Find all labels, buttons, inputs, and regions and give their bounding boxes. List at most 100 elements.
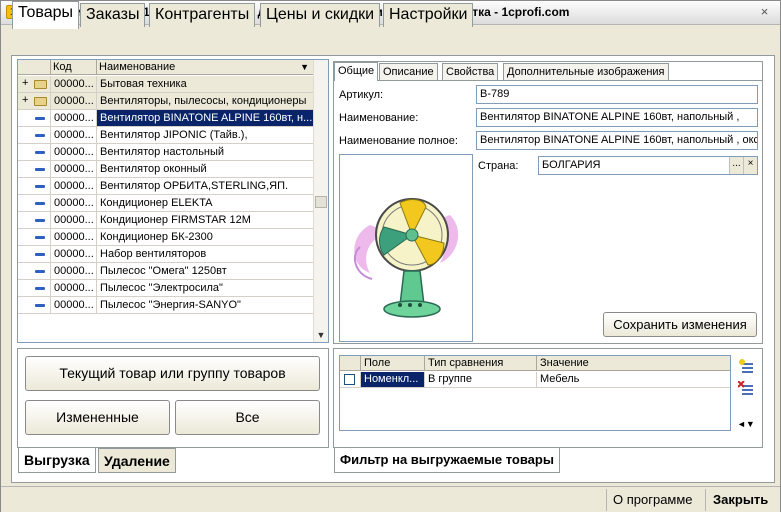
row-icon-cell: [18, 246, 51, 262]
product-row[interactable]: 00000... Кондиционер ELEKTA: [18, 195, 314, 212]
row-name: Вентилятор оконный: [97, 161, 314, 177]
tab-orders[interactable]: Заказы: [80, 3, 146, 27]
filter-row-checkbox[interactable]: [340, 372, 361, 388]
add-filter-icon[interactable]: [738, 359, 754, 373]
folder-icon: [34, 97, 47, 106]
tab-properties[interactable]: Свойства: [442, 63, 499, 80]
row-code: 00000...: [51, 144, 97, 160]
product-row[interactable]: 00000... Вентилятор JIPONIC (Тайв.),: [18, 127, 314, 144]
name-column-label: Наименование: [99, 61, 176, 73]
tab-filter[interactable]: Фильтр на выгружаемые товары: [334, 448, 560, 473]
filter-check-column: [340, 356, 361, 371]
list-scrollbar[interactable]: ▼: [313, 60, 328, 342]
row-name: Пылесос "Энергия-SANYO": [97, 297, 314, 313]
filter-field-column[interactable]: Поле: [361, 356, 425, 371]
export-changed-button[interactable]: Измененные: [25, 400, 170, 435]
move-arrows-icon[interactable]: ◄▼: [737, 419, 755, 429]
tab-contractors[interactable]: Контрагенты: [149, 3, 256, 27]
product-row[interactable]: 00000... Вентилятор ОРБИТА,STERLING,ЯП.: [18, 178, 314, 195]
row-name: Пылесос "Электросила": [97, 280, 314, 296]
about-button[interactable]: О программе: [613, 491, 693, 509]
group-row[interactable]: +00000... Бытовая техника: [18, 76, 314, 93]
row-icon-cell: [18, 280, 51, 296]
row-code: 00000...: [51, 76, 97, 92]
product-image-box: [339, 154, 473, 342]
row-icon-cell: [18, 195, 51, 211]
product-row[interactable]: 00000... Кондиционер FIRMSTAR 12M: [18, 212, 314, 229]
country-field[interactable]: БОЛГАРИЯ ... ×: [538, 156, 758, 175]
product-row[interactable]: 00000... Вентилятор BINATONE ALPINE 160вт…: [18, 110, 314, 127]
product-fan-image: [353, 198, 459, 318]
article-field[interactable]: В-789: [476, 85, 758, 104]
product-row[interactable]: 00000... Пылесос "Электросила": [18, 280, 314, 297]
country-label: Страна:: [478, 160, 519, 172]
item-icon: [35, 236, 45, 239]
row-code: 00000...: [51, 195, 97, 211]
article-label: Артикул:: [339, 89, 384, 101]
filter-row-value[interactable]: Мебель: [537, 372, 730, 388]
save-changes-button[interactable]: Сохранить изменения: [603, 312, 757, 337]
country-select-button[interactable]: ...: [729, 157, 743, 174]
tab-additional-images[interactable]: Дополнительные изображения: [503, 63, 669, 80]
item-icon: [35, 219, 45, 222]
close-button[interactable]: Закрыть: [713, 491, 768, 509]
row-icon-cell: [18, 178, 51, 194]
name-field[interactable]: Вентилятор BINATONE ALPINE 160вт, наполь…: [476, 108, 758, 127]
tab-export[interactable]: Выгрузка: [18, 448, 96, 473]
country-clear-button[interactable]: ×: [743, 157, 757, 174]
item-icon: [35, 117, 45, 120]
row-code: 00000...: [51, 280, 97, 296]
filter-compare-column[interactable]: Тип сравнения: [425, 356, 537, 371]
icon-column-header: [18, 60, 51, 75]
filter-table[interactable]: Поле Тип сравнения Значение Номенкл... В…: [339, 355, 731, 431]
row-name: Набор вентиляторов: [97, 246, 314, 262]
fullname-label: Наименование полное:: [339, 135, 458, 147]
tab-general[interactable]: Общие: [334, 62, 379, 81]
status-separator: [606, 489, 607, 511]
row-icon-cell: [18, 229, 51, 245]
sort-down-icon: ▼: [300, 62, 309, 72]
expand-icon[interactable]: +: [22, 94, 28, 106]
row-name: Кондиционер БК-2300: [97, 229, 314, 245]
product-row[interactable]: 00000... Кондиционер БК-2300: [18, 229, 314, 246]
scroll-down-icon[interactable]: ▼: [315, 329, 327, 341]
product-row[interactable]: 00000... Набор вентиляторов: [18, 246, 314, 263]
item-icon: [35, 168, 45, 171]
filter-row-compare[interactable]: В группе: [425, 372, 537, 388]
product-row[interactable]: 00000... Пылесос "Энергия-SANYO": [18, 297, 314, 314]
close-window-button[interactable]: ×: [757, 5, 772, 20]
delete-filter-icon[interactable]: [738, 381, 754, 395]
tab-settings[interactable]: Настройки: [383, 3, 474, 27]
item-icon: [35, 185, 45, 188]
group-row[interactable]: +00000... Вентиляторы, пылесосы, кондицио…: [18, 93, 314, 110]
filter-value-column[interactable]: Значение: [537, 356, 730, 371]
item-icon: [35, 253, 45, 256]
name-column-header[interactable]: Наименование ▼: [97, 60, 314, 75]
row-icon-cell: [18, 144, 51, 160]
tab-goods[interactable]: Товары: [12, 1, 80, 29]
export-all-button[interactable]: Все: [175, 400, 320, 435]
row-code: 00000...: [51, 161, 97, 177]
export-current-button[interactable]: Текущий товар или группу товаров: [25, 356, 320, 391]
product-list[interactable]: Код Наименование ▼ +00000... Бытовая техн…: [17, 59, 329, 343]
row-name: Кондиционер ELEKTA: [97, 195, 314, 211]
row-name: Вентилятор BINATONE ALPINE 160вт, н...: [97, 110, 314, 126]
fullname-field[interactable]: Вентилятор BINATONE ALPINE 160вт, наполь…: [476, 131, 758, 150]
product-row[interactable]: 00000... Вентилятор оконный: [18, 161, 314, 178]
status-bar: О программе Закрыть: [1, 486, 780, 512]
expand-icon[interactable]: +: [22, 77, 28, 89]
product-row[interactable]: 00000... Пылесос "Омега" 1250вт: [18, 263, 314, 280]
row-icon-cell: [18, 161, 51, 177]
tab-prices-discounts[interactable]: Цены и скидки: [260, 3, 381, 27]
product-row[interactable]: 00000... Вентилятор настольный: [18, 144, 314, 161]
code-column-header[interactable]: Код: [51, 60, 97, 75]
row-name: Пылесос "Омега" 1250вт: [97, 263, 314, 279]
tab-description[interactable]: Описание: [379, 63, 438, 80]
scrollbar-thumb[interactable]: [315, 196, 327, 208]
item-icon: [35, 134, 45, 137]
country-value: БОЛГАРИЯ: [542, 159, 601, 171]
tab-delete[interactable]: Удаление: [98, 448, 176, 473]
row-icon-cell: +: [18, 76, 51, 92]
filter-row-field[interactable]: Номенкл...: [361, 372, 425, 388]
status-separator: [705, 489, 706, 511]
